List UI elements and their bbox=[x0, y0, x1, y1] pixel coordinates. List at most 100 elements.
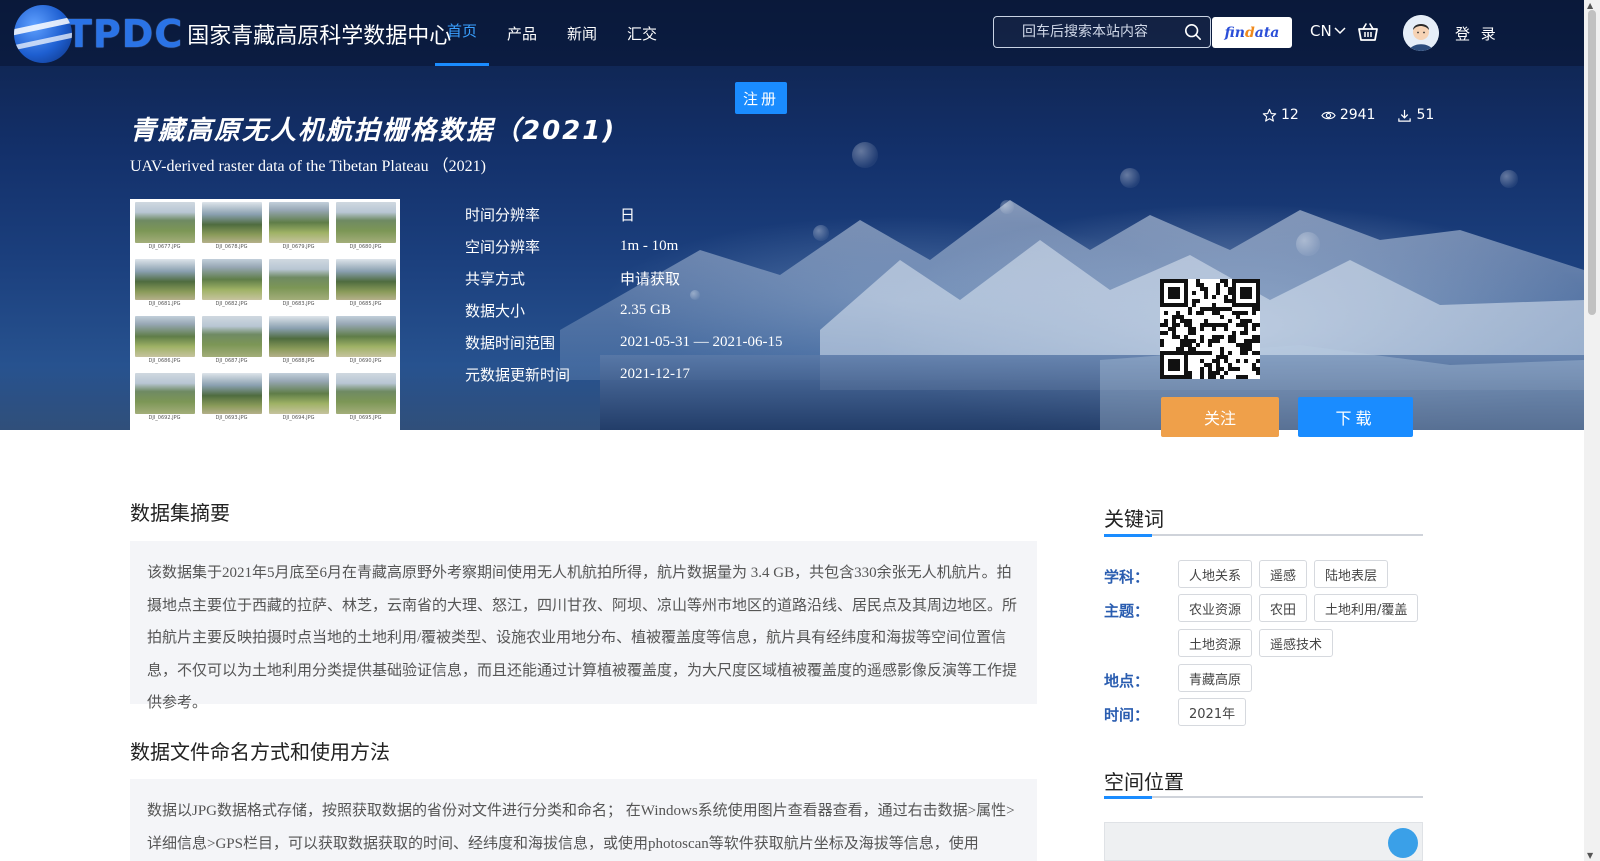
thumbnail-caption: DJI_0687.JPG bbox=[215, 358, 248, 364]
thumbnail-caption: DJI_0681.JPG bbox=[148, 301, 181, 307]
thumbnail-photo bbox=[201, 373, 262, 414]
avatar[interactable] bbox=[1403, 15, 1439, 51]
download-button[interactable]: 下载 bbox=[1298, 397, 1413, 437]
thumbnail-tile: DJI_0681.JPG bbox=[134, 259, 195, 313]
logo-abbreviation: TPDC bbox=[66, 12, 184, 56]
metadata-value: 日 bbox=[620, 207, 636, 224]
dataset-title-en: UAV-derived raster data of the Tibetan P… bbox=[130, 158, 486, 175]
keyword-tag[interactable]: 遥感技术 bbox=[1259, 629, 1334, 657]
keyword-group-label: 主题： bbox=[1104, 602, 1150, 620]
keyword-tag[interactable]: 2021年 bbox=[1178, 698, 1247, 726]
thumbnail-photo bbox=[268, 316, 329, 357]
thumbnail-photo bbox=[134, 259, 195, 300]
thumbnail-tile: DJI_0693.JPG bbox=[201, 373, 262, 427]
follow-button[interactable]: 关注 bbox=[1161, 397, 1279, 437]
thumbnail-photo bbox=[134, 202, 195, 243]
scroll-down-arrow-icon[interactable]: ▼ bbox=[1587, 851, 1597, 860]
keyword-group-time: 时间： 2021年 bbox=[1104, 698, 1428, 726]
thumbnail-photo bbox=[335, 373, 396, 414]
thumbnail-caption: DJI_0693.JPG bbox=[215, 415, 248, 421]
language-switcher[interactable]: CN bbox=[1310, 22, 1346, 40]
bubble-decoration bbox=[813, 225, 829, 241]
thumbnail-caption: DJI_0688.JPG bbox=[282, 358, 315, 364]
bubble-decoration bbox=[852, 142, 878, 168]
naming-text: 数据以JPG数据格式存储，按照获取数据的省份对文件进行分类和命名； 在Windo… bbox=[147, 803, 1015, 852]
thumbnail-tile: DJI_0690.JPG bbox=[335, 316, 396, 370]
metadata-row: 空间分辨率 1m - 10m bbox=[465, 230, 782, 262]
main-nav: 首页 产品 新闻 汇交 bbox=[435, 0, 675, 66]
thumbnail-caption: DJI_0677.JPG bbox=[148, 244, 181, 250]
search-input[interactable] bbox=[994, 17, 1174, 47]
search-icon[interactable] bbox=[1184, 23, 1202, 41]
keyword-group-label: 学科： bbox=[1104, 568, 1150, 586]
keyword-group-theme: 主题： 农业资源 农田 土地利用/覆盖 土地资源 遥感技术 bbox=[1104, 594, 1428, 657]
eye-icon bbox=[1321, 111, 1336, 119]
nav-label: 首页 bbox=[447, 21, 478, 40]
scrollbar-thumb[interactable] bbox=[1588, 10, 1596, 315]
nav-item-news[interactable]: 新闻 bbox=[555, 0, 609, 66]
thumbnail-caption: DJI_0692.JPG bbox=[148, 415, 181, 421]
nav-label: 新闻 bbox=[567, 24, 598, 43]
keyword-tag[interactable]: 土地资源 bbox=[1178, 629, 1253, 657]
dataset-preview-image[interactable]: DJI_0677.JPG DJI_0678.JPG DJI_0679.JPG DJI_… bbox=[130, 199, 400, 430]
keywords-divider bbox=[1104, 534, 1423, 537]
login-link[interactable]: 登 录 bbox=[1455, 23, 1499, 44]
keyword-tag[interactable]: 农业资源 bbox=[1178, 594, 1253, 622]
thumbnail-photo bbox=[134, 316, 195, 357]
dataset-title-zh: 青藏高原无人机航拍栅格数据（2021) bbox=[130, 116, 617, 146]
metadata-key: 时间分辨率 bbox=[465, 205, 541, 224]
keyword-tag[interactable]: 青藏高原 bbox=[1178, 664, 1253, 692]
logo-site-name: 国家青藏高原科学数据中心 bbox=[187, 24, 452, 49]
metadata-row: 数据大小 2.35 GB bbox=[465, 294, 782, 326]
thumbnail-caption: DJI_0678.JPG bbox=[215, 244, 248, 250]
metadata-value: 1m - 10m bbox=[620, 237, 679, 254]
language-label: CN bbox=[1310, 22, 1332, 40]
thumbnail-caption: DJI_0683.JPG bbox=[282, 301, 315, 307]
keyword-tag[interactable]: 遥感 bbox=[1259, 560, 1308, 588]
download-count-value: 51 bbox=[1416, 107, 1435, 123]
thumbnail-tile: DJI_0682.JPG bbox=[201, 259, 262, 313]
nav-item-home[interactable]: 首页 bbox=[435, 0, 490, 66]
keywords-title: 关键词 bbox=[1104, 507, 1164, 531]
metadata-key: 共享方式 bbox=[465, 269, 526, 288]
location-map[interactable] bbox=[1104, 822, 1423, 861]
star-count[interactable]: 12 bbox=[1262, 107, 1299, 123]
bubble-decoration bbox=[1000, 200, 1014, 214]
keyword-tag[interactable]: 土地利用/覆盖 bbox=[1314, 594, 1419, 622]
metadata-key: 元数据更新时间 bbox=[465, 365, 571, 384]
findata-text: ata bbox=[1254, 24, 1280, 41]
abstract-text: 该数据集于2021年5月底至6月在青藏高原野外考察期间使用无人机航拍所得，航片数… bbox=[147, 565, 1018, 711]
metadata-value: 2021-05-31 — 2021-06-15 bbox=[620, 333, 783, 350]
site-search bbox=[993, 16, 1211, 48]
keyword-tag[interactable]: 人地关系 bbox=[1178, 560, 1253, 588]
nav-label: 汇交 bbox=[627, 24, 658, 43]
map-marker-icon[interactable] bbox=[1388, 828, 1418, 858]
abstract-panel: 该数据集于2021年5月底至6月在青藏高原野外考察期间使用无人机航拍所得，航片数… bbox=[130, 541, 1037, 711]
basket-icon[interactable] bbox=[1357, 22, 1379, 42]
view-count-value: 2941 bbox=[1339, 107, 1376, 123]
star-count-value: 12 bbox=[1281, 107, 1299, 123]
thumbnail-tile: DJI_0678.JPG bbox=[201, 202, 262, 256]
keyword-group-label: 地点： bbox=[1104, 672, 1150, 690]
nav-item-products[interactable]: 产品 bbox=[495, 0, 549, 66]
keyword-tag[interactable]: 农田 bbox=[1259, 594, 1308, 622]
thumbnail-tile: DJI_0680.JPG bbox=[335, 202, 396, 256]
nav-label: 产品 bbox=[507, 24, 538, 43]
metadata-row: 时间分辨率 日 bbox=[465, 198, 782, 230]
dataset-stats: 12 2941 51 bbox=[1262, 107, 1434, 123]
site-logo[interactable]: TPDC 国家青藏高原科学数据中心 bbox=[14, 4, 451, 64]
findata-link[interactable]: fin d ata bbox=[1212, 17, 1292, 48]
scroll-up-arrow-icon[interactable]: ▲ bbox=[1587, 1, 1597, 10]
nav-item-submit[interactable]: 汇交 bbox=[615, 0, 669, 66]
thumbnail-tile: DJI_0695.JPG bbox=[335, 373, 396, 427]
metadata-value: 申请获取 bbox=[620, 271, 681, 288]
qr-code bbox=[1160, 279, 1260, 379]
bubble-decoration bbox=[1296, 232, 1320, 256]
keyword-tag[interactable]: 陆地表层 bbox=[1314, 560, 1389, 588]
thumbnail-tile: DJI_0677.JPG bbox=[134, 202, 195, 256]
metadata-key: 空间分辨率 bbox=[465, 237, 541, 256]
thumbnail-tile: DJI_0685.JPG bbox=[335, 259, 396, 313]
findata-text-accent: d bbox=[1244, 24, 1255, 41]
bubble-decoration bbox=[1120, 168, 1140, 188]
register-button[interactable]: 注册 bbox=[735, 82, 787, 114]
